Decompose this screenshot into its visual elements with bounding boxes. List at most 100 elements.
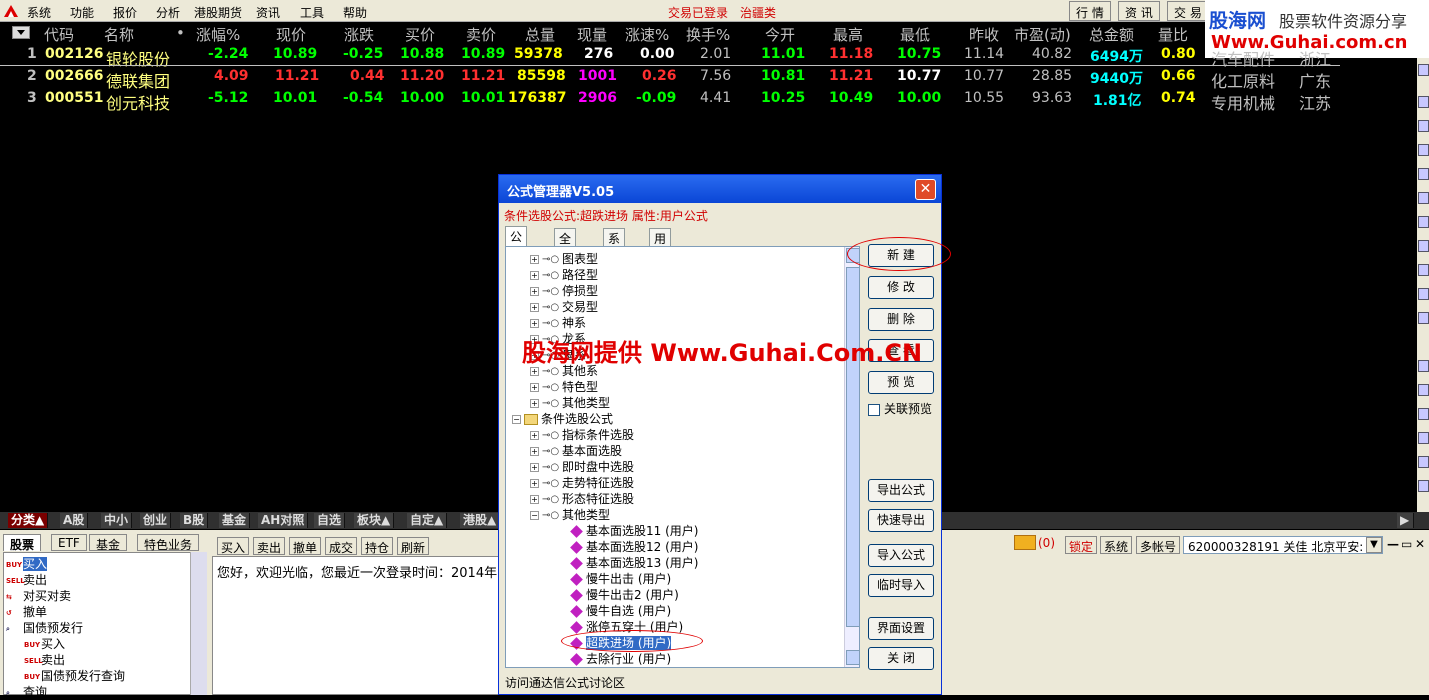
expand-icon[interactable]: + xyxy=(530,431,539,440)
toolbar-settings-icon[interactable] xyxy=(1418,480,1429,492)
tree-node-path[interactable]: + ⊸○ 路径型 xyxy=(530,266,598,282)
col-turnover[interactable]: 换手% xyxy=(686,24,730,45)
col-volume-ratio[interactable]: 量比 xyxy=(1158,24,1188,45)
tree-node-pattern[interactable]: + ⊸○ 形态特征选股 xyxy=(530,490,634,506)
expand-icon[interactable]: + xyxy=(530,463,539,472)
formula-item[interactable]: 慢牛出击 (用户) xyxy=(570,570,671,586)
system-button[interactable]: 系统 xyxy=(1100,536,1133,554)
col-change[interactable]: 涨跌 xyxy=(344,24,374,45)
tree-item-bond-query[interactable]: BUY国债预发行查询 xyxy=(24,667,125,683)
quick-export-button[interactable]: 快速导出 xyxy=(868,509,934,532)
collapse-icon[interactable]: − xyxy=(512,415,521,424)
close-icon[interactable]: ✕ xyxy=(1415,537,1425,551)
col-name[interactable]: 名称 xyxy=(104,24,134,45)
tab-user[interactable]: 用户 xyxy=(649,228,672,263)
ui-settings-button[interactable]: 界面设置 xyxy=(868,617,934,640)
tree-item-buy[interactable]: BUY买入 xyxy=(6,555,48,571)
top-news-button[interactable]: 资 讯 xyxy=(1118,1,1160,21)
formula-item[interactable]: 慢牛自选 (用户) xyxy=(570,602,671,618)
tree-node-other-type-open[interactable]: − ⊸○ 其他类型 xyxy=(530,506,610,522)
tree-node-trend[interactable]: + ⊸○ 走势特征选股 xyxy=(530,474,634,490)
col-prev-close[interactable]: 昨收 xyxy=(969,24,999,45)
tab-formula-group[interactable]: 公式组 xyxy=(505,226,528,278)
col-code[interactable]: 代码 xyxy=(44,24,74,45)
scroll-down-icon[interactable] xyxy=(846,650,859,665)
toolbar-report-icon[interactable] xyxy=(1418,240,1429,252)
col-ask[interactable]: 卖价 xyxy=(466,24,496,45)
temp-import-button[interactable]: 临时导入 xyxy=(868,574,934,597)
tab-a-share[interactable]: A股 xyxy=(60,513,89,528)
tab-b-share[interactable]: B股 xyxy=(180,513,209,528)
mail-icon[interactable] xyxy=(1014,535,1036,550)
expand-icon[interactable]: + xyxy=(530,495,539,504)
lock-button[interactable]: 锁定 xyxy=(1065,536,1098,554)
tree-node-trade[interactable]: + ⊸○ 交易型 xyxy=(530,298,598,314)
formula-tree-scrollbar[interactable] xyxy=(844,247,859,667)
restore-icon[interactable]: ▭ xyxy=(1401,537,1412,551)
menu-tools[interactable]: 工具 xyxy=(300,4,324,21)
tab-gem[interactable]: 创业 xyxy=(140,513,172,528)
tab-hk-stock[interactable]: 港股▲ xyxy=(460,513,501,528)
tree-item-sell[interactable]: SELL卖出 xyxy=(6,571,47,587)
tree-node-fundamental[interactable]: + ⊸○ 基本面选股 xyxy=(530,442,622,458)
tab-category[interactable]: 分类▲ xyxy=(8,513,49,528)
col-price[interactable]: 现价 xyxy=(276,24,306,45)
scroll-thumb[interactable] xyxy=(846,267,859,627)
formula-item[interactable]: 基本面选股13 (用户) xyxy=(570,554,698,570)
multi-account-button[interactable]: 多帐号 xyxy=(1136,536,1181,554)
tree-item-pair-trade[interactable]: ⇆ 对买对卖 xyxy=(6,587,71,603)
formula-item[interactable]: 基本面选股11 (用户) xyxy=(570,522,698,538)
col-change-pct[interactable]: 涨幅% xyxy=(196,24,240,45)
assoc-preview-checkbox[interactable]: 关联预览 xyxy=(868,400,932,417)
toolbar-list-icon[interactable] xyxy=(1418,96,1429,108)
forum-link[interactable]: 访问通达信公式讨论区 xyxy=(505,674,625,691)
tab-trade-fund[interactable]: 基金 xyxy=(89,534,128,552)
minimize-icon[interactable]: — xyxy=(1387,537,1399,551)
col-bid[interactable]: 买价 xyxy=(405,24,435,45)
expand-icon[interactable]: + xyxy=(530,383,539,392)
table-row[interactable]: 2 002666 德联集团 4.09 11.21 0.44 11.20 11.2… xyxy=(0,67,1420,91)
checkbox-icon[interactable] xyxy=(868,403,880,416)
menu-news[interactable]: 资讯 xyxy=(256,4,280,21)
toolbar-cross-icon[interactable] xyxy=(1418,408,1429,420)
tab-special[interactable]: 特色业务 xyxy=(137,534,200,552)
expand-icon[interactable]: + xyxy=(530,399,539,408)
modify-button[interactable]: 修 改 xyxy=(868,276,934,299)
tab-system[interactable]: 系统 xyxy=(603,228,626,263)
tree-item-query[interactable]: ⌕ 查询 xyxy=(6,683,47,699)
toolbar-table-icon[interactable] xyxy=(1418,120,1429,132)
col-speed[interactable]: 涨速% xyxy=(625,24,669,45)
dialog-close-icon[interactable]: ✕ xyxy=(915,179,936,200)
cancel-button[interactable]: 撤单 xyxy=(289,537,322,555)
collapse-icon[interactable]: − xyxy=(530,511,539,520)
col-pe[interactable]: 市盈(动) xyxy=(1014,24,1071,45)
toolbar-fund-icon[interactable] xyxy=(1418,288,1429,300)
tree-item-cancel[interactable]: ↺ 撤单 xyxy=(6,603,47,619)
tree-item-bond-sell[interactable]: SELL卖出 xyxy=(24,651,65,667)
toolbar-grid-icon[interactable] xyxy=(1418,192,1429,204)
formula-item[interactable]: 去除行业 (用户) xyxy=(570,650,671,666)
tree-node-chart[interactable]: + ⊸○ 图表型 xyxy=(530,250,598,266)
col-volume[interactable]: 总量 xyxy=(525,24,555,45)
expand-icon[interactable]: + xyxy=(530,255,539,264)
expand-icon[interactable]: + xyxy=(530,319,539,328)
export-formula-button[interactable]: 导出公式 xyxy=(868,479,934,502)
toolbar-chart-icon[interactable] xyxy=(1418,144,1429,156)
toolbar-quote-icon[interactable] xyxy=(1418,64,1429,76)
menu-analysis[interactable]: 分析 xyxy=(156,4,180,21)
sell-button[interactable]: 卖出 xyxy=(253,537,286,555)
expand-icon[interactable]: + xyxy=(530,287,539,296)
toolbar-folder-icon[interactable] xyxy=(1418,360,1429,372)
col-amount[interactable]: 总金额 xyxy=(1089,24,1134,45)
expand-icon[interactable]: + xyxy=(530,303,539,312)
tree-node-intraday[interactable]: + ⊸○ 即时盘中选股 xyxy=(530,458,634,474)
formula-item[interactable]: 慢牛出击2 (用户) xyxy=(570,586,679,602)
refresh-button[interactable]: 刷新 xyxy=(397,537,430,555)
menu-hk-futures[interactable]: 港股期货 xyxy=(194,4,242,21)
col-high[interactable]: 最高 xyxy=(833,24,863,45)
tab-watchlist[interactable]: 自选 xyxy=(314,513,346,528)
tree-scrollbar[interactable] xyxy=(190,552,207,695)
toolbar-stats-icon[interactable] xyxy=(1418,264,1429,276)
tab-ah-compare[interactable]: AH对照 xyxy=(258,513,309,528)
tab-stock[interactable]: 股票 xyxy=(3,534,42,552)
